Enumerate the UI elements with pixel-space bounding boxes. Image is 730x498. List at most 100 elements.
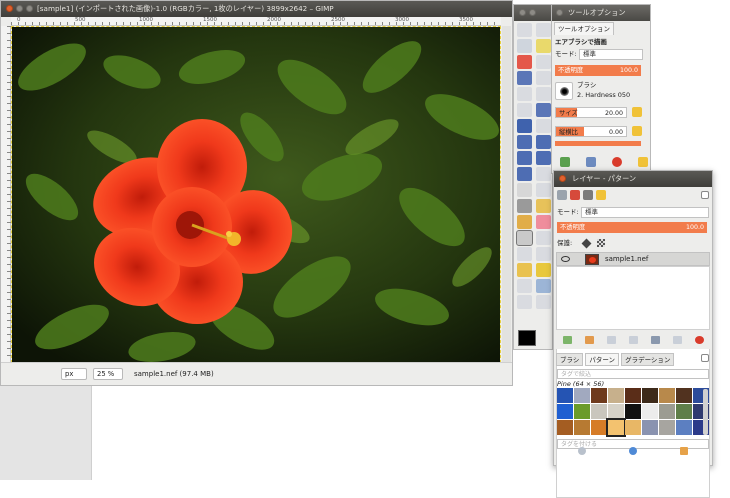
rect-select-icon[interactable] [517, 23, 532, 37]
opacity-slider[interactable]: 不透明度 100.0 [555, 65, 641, 76]
pattern-swatch[interactable] [574, 404, 590, 419]
pattern-swatch[interactable] [625, 388, 641, 403]
pattern-swatch[interactable] [557, 420, 573, 435]
restore-options-icon[interactable] [586, 157, 596, 167]
lower-layer-icon[interactable] [628, 335, 638, 344]
delete-options-icon[interactable] [612, 157, 622, 167]
reset-icon[interactable] [632, 107, 642, 117]
pattern-scrollbar[interactable] [703, 389, 708, 435]
open-as-image-icon[interactable] [680, 447, 689, 455]
cage-icon[interactable] [536, 167, 551, 181]
color-picker-icon[interactable] [517, 87, 532, 101]
foreground-select-icon[interactable] [517, 71, 532, 85]
scale-icon[interactable] [536, 135, 551, 149]
pattern-swatch[interactable] [557, 388, 573, 403]
text-icon[interactable] [517, 183, 532, 197]
clone-icon[interactable] [536, 247, 551, 261]
foreground-color-swatch[interactable] [518, 330, 536, 346]
measure-icon[interactable] [517, 103, 532, 117]
dock-menu-icon[interactable] [701, 191, 709, 199]
save-options-icon[interactable] [560, 157, 570, 167]
dodge-icon[interactable] [517, 295, 532, 309]
size-slider[interactable]: サイズ 20.00 [555, 107, 627, 118]
undo-tab-icon[interactable] [596, 190, 606, 200]
brush-preview[interactable] [555, 82, 573, 100]
tag-filter-input[interactable]: タグで絞込 [557, 369, 709, 379]
rotate-icon[interactable] [517, 135, 532, 149]
reset-options-icon[interactable] [638, 157, 648, 167]
free-select-icon[interactable] [517, 39, 532, 53]
edit-pattern-icon[interactable] [577, 447, 586, 455]
perspective-clone-icon[interactable] [536, 263, 551, 277]
tab-tool-options[interactable]: ツールオプション [554, 22, 614, 35]
pattern-swatch[interactable] [676, 420, 692, 435]
toolbox-titlebar[interactable] [514, 5, 552, 21]
blend-icon[interactable] [517, 199, 532, 213]
minimize-button[interactable] [529, 9, 536, 16]
layer-mode-select[interactable]: 標準 [581, 207, 709, 218]
shear-icon[interactable] [517, 151, 532, 165]
maximize-button[interactable] [26, 5, 33, 12]
mode-select[interactable]: 標準 [579, 49, 643, 60]
new-layer-icon[interactable] [562, 335, 572, 344]
mypaint-icon[interactable] [517, 247, 532, 261]
paintbrush-icon[interactable] [517, 215, 532, 229]
unit-select[interactable]: px [61, 368, 87, 380]
crop-icon[interactable] [536, 119, 551, 133]
tab-patterns[interactable]: パターン [585, 353, 620, 366]
pattern-swatch[interactable] [591, 404, 607, 419]
pattern-swatch[interactable] [642, 420, 658, 435]
pattern-swatch[interactable] [676, 388, 692, 403]
close-button[interactable] [559, 175, 566, 182]
pattern-swatch[interactable] [642, 404, 658, 419]
pattern-swatch[interactable] [557, 404, 573, 419]
tab-gradients[interactable]: グラデーション [621, 353, 675, 366]
ink-icon[interactable] [536, 231, 551, 245]
dock-menu-icon[interactable] [701, 354, 709, 362]
pattern-swatch[interactable] [608, 404, 624, 419]
pencil-icon[interactable] [536, 199, 551, 213]
scissors-icon[interactable] [536, 55, 551, 69]
paths-icon[interactable] [536, 71, 551, 85]
vertical-ruler[interactable] [1, 26, 11, 363]
ellipse-select-icon[interactable] [536, 23, 551, 37]
burn-icon[interactable] [536, 295, 551, 309]
channels-tab-icon[interactable] [570, 190, 580, 200]
layer-opacity-slider[interactable]: 不透明度 100.0 [557, 222, 707, 233]
zoom-icon[interactable] [536, 87, 551, 101]
close-button[interactable] [6, 5, 13, 12]
pattern-grid[interactable] [557, 388, 709, 437]
smudge-icon[interactable] [536, 279, 551, 293]
lock-pixels-icon[interactable] [581, 238, 592, 249]
minimize-button[interactable] [16, 5, 23, 12]
pattern-swatch[interactable] [625, 404, 641, 419]
blur-icon[interactable] [517, 279, 532, 293]
pattern-swatch[interactable] [591, 420, 607, 435]
airbrush-icon[interactable] [516, 230, 533, 246]
pattern-swatch[interactable] [591, 388, 607, 403]
vertical-scrollbar[interactable] [502, 26, 511, 363]
color-select-icon[interactable] [517, 55, 532, 69]
pattern-swatch[interactable] [659, 388, 675, 403]
reset-icon[interactable] [632, 126, 642, 136]
layers-titlebar[interactable]: レイヤー - パターン [554, 171, 712, 187]
tool-options-titlebar[interactable]: ツールオプション [552, 5, 650, 21]
image-window-titlebar[interactable]: [sample1] (インポートされた画像)-1.0 (RGBカラー, 1枚のレ… [1, 1, 512, 17]
pattern-swatch[interactable] [574, 388, 590, 403]
pattern-swatch-selected[interactable] [606, 418, 626, 437]
pattern-swatch[interactable] [659, 404, 675, 419]
close-button[interactable] [519, 9, 526, 16]
bucket-fill-icon[interactable] [536, 183, 551, 197]
aspect-slider[interactable]: 縦横比 0.00 [555, 126, 627, 137]
fuzzy-select-icon[interactable] [536, 39, 551, 53]
new-group-icon[interactable] [584, 335, 594, 344]
close-button[interactable] [556, 9, 563, 16]
move-icon[interactable] [536, 103, 551, 117]
align-icon[interactable] [517, 119, 532, 133]
delete-layer-icon[interactable] [694, 335, 704, 344]
pattern-swatch[interactable] [659, 420, 675, 435]
anchor-layer-icon[interactable] [672, 335, 682, 344]
eraser-icon[interactable] [536, 215, 551, 229]
layer-name[interactable]: sample1.nef [605, 253, 648, 266]
visibility-eye-icon[interactable] [561, 256, 570, 262]
